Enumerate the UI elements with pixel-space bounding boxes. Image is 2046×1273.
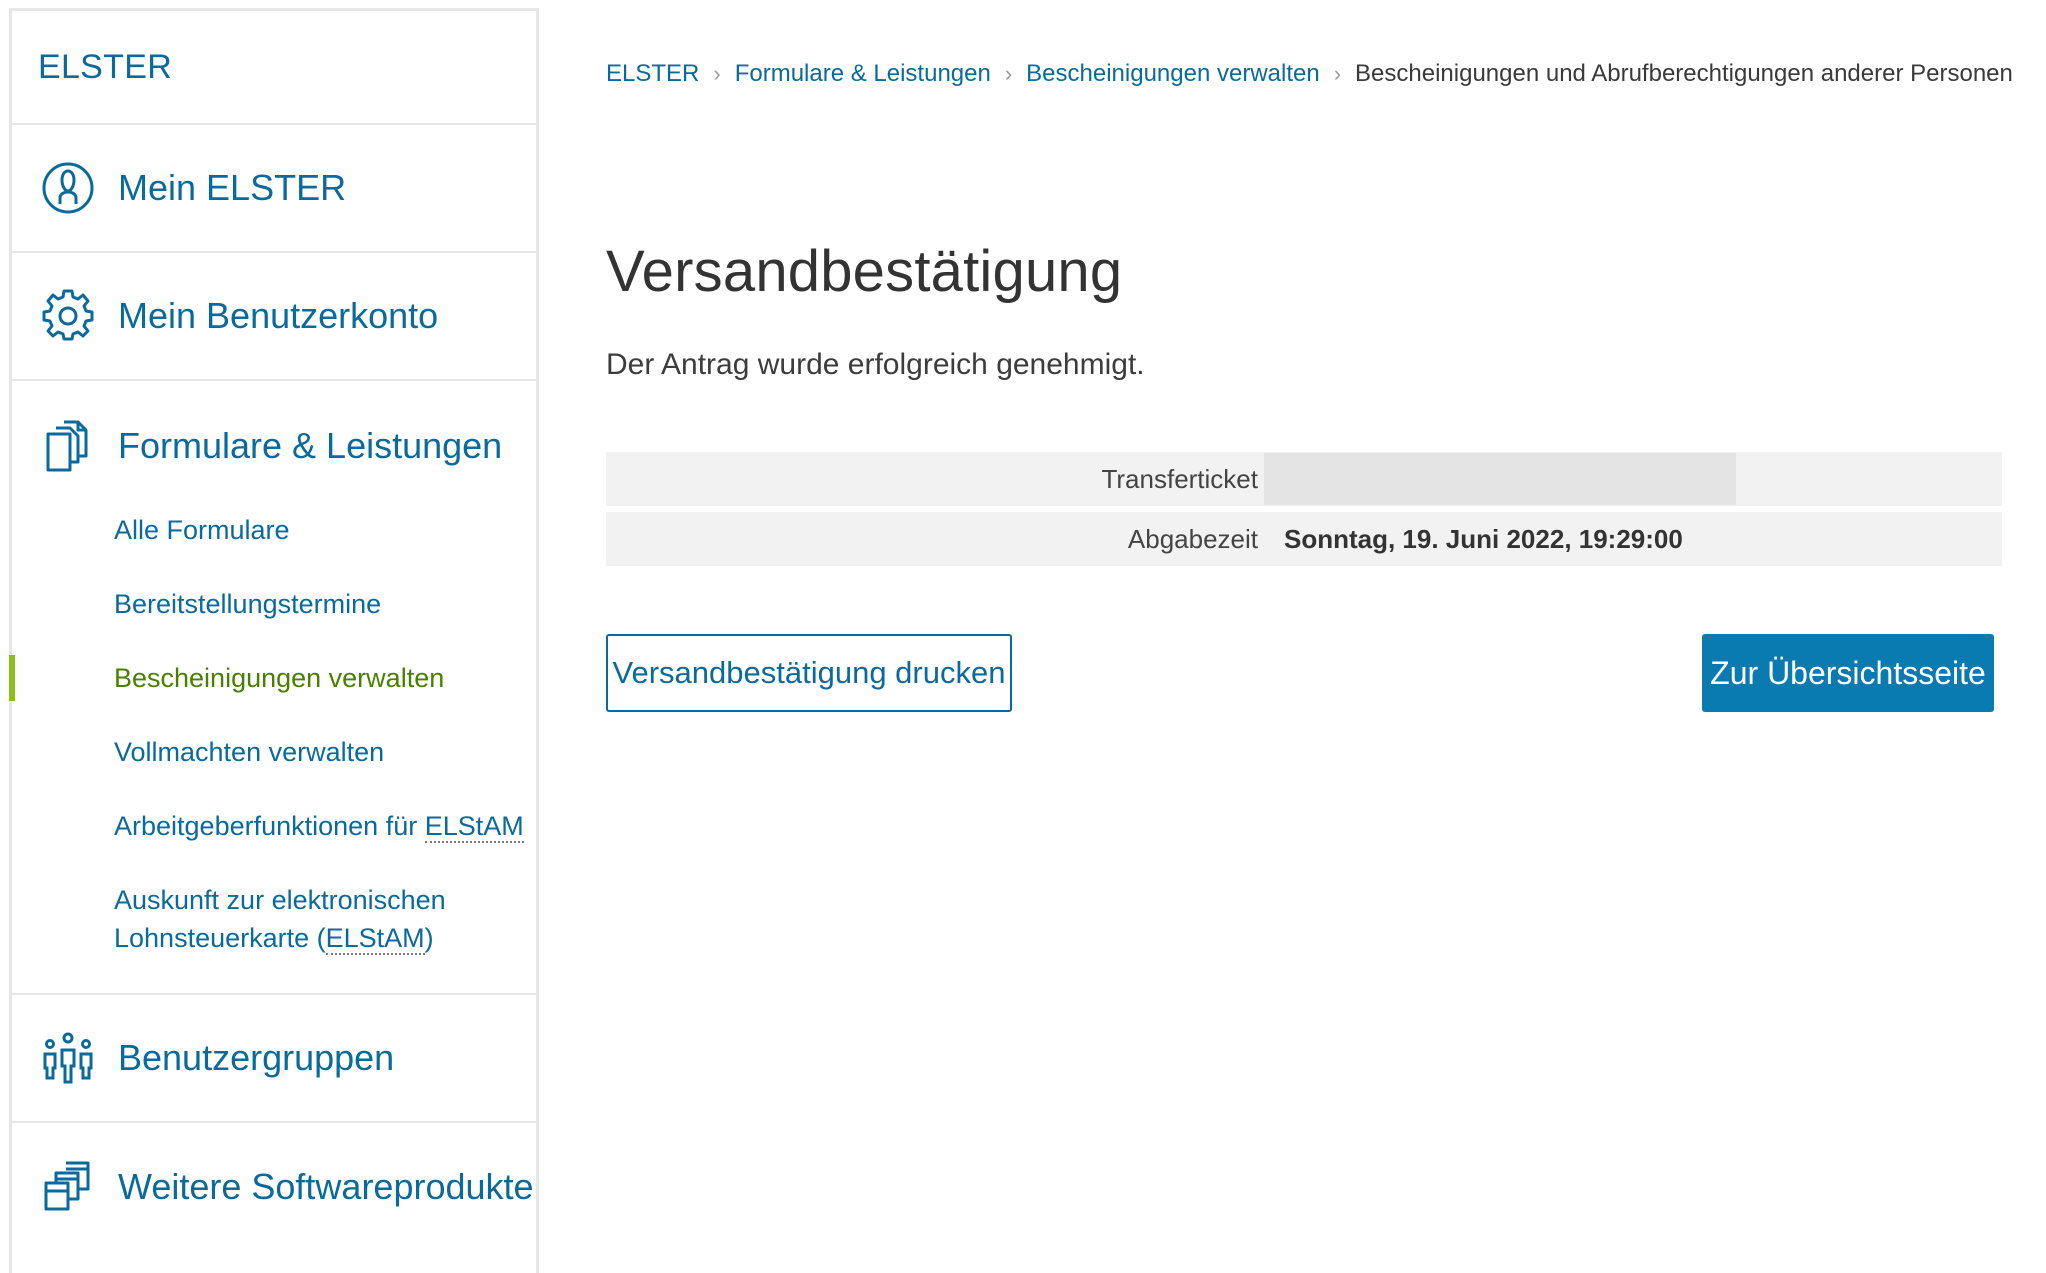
sidebar-item-label: Benutzergruppen xyxy=(118,1037,395,1078)
sidebar-header: ELSTER xyxy=(12,11,536,125)
sidebar-item-label: Mein Benutzerkonto xyxy=(118,295,439,336)
abbr-elstam: ELStAM xyxy=(325,923,425,955)
row-value-transferticket xyxy=(1264,453,2002,505)
abbr-elstam: ELStAM xyxy=(424,811,524,843)
sidebar-item-weitere-softwareprodukte[interactable]: Weitere Softwareprodukte xyxy=(12,1123,536,1251)
sidebar-subitem-alle-formulare[interactable]: Alle Formulare xyxy=(12,511,536,549)
sidebar-subitem-bescheinigungen-verwalten[interactable]: Bescheinigungen verwalten xyxy=(9,655,536,701)
sidebar-subitem-vollmachten-verwalten[interactable]: Vollmachten verwalten xyxy=(12,733,536,771)
sidebar-nav: ELSTER Mein ELSTER Mein Benutzerkonto Fo… xyxy=(9,8,539,1273)
sidebar-item-mein-benutzerkonto[interactable]: Mein Benutzerkonto xyxy=(12,253,536,381)
sidebar-item-benutzergruppen[interactable]: Benutzergruppen xyxy=(12,995,536,1123)
subitem-label-prefix: Lohnsteuerkarte ( xyxy=(114,923,326,953)
breadcrumb-link-elster[interactable]: ELSTER xyxy=(606,60,699,88)
row-value-abgabezeit: Sonntag, 19. Juni 2022, 19:29:00 xyxy=(1284,523,1683,554)
user-group-icon xyxy=(38,1028,98,1088)
breadcrumb: ELSTER › Formulare & Leistungen › Besche… xyxy=(606,60,2013,88)
subitem-label-suffix: ) xyxy=(424,923,434,953)
sidebar-item-mein-elster[interactable]: Mein ELSTER xyxy=(12,125,536,253)
redacted-value xyxy=(1264,453,1736,505)
sidebar-item-label: Weitere Softwareprodukte xyxy=(118,1166,534,1207)
sidebar-group-formulare: Formulare & Leistungen Alle Formulare Be… xyxy=(9,381,536,995)
subitem-label-prefix: Arbeitgeberfunktionen für xyxy=(114,811,425,841)
breadcrumb-separator: › xyxy=(1333,61,1342,86)
external-windows-icon xyxy=(38,1157,98,1217)
documents-icon xyxy=(38,416,98,476)
sidebar-item-label: Mein ELSTER xyxy=(118,167,347,208)
confirmation-table: Transferticket Abgabezeit Sonntag, 19. J… xyxy=(606,452,2002,572)
breadcrumb-separator: › xyxy=(1004,61,1013,86)
table-row: Transferticket xyxy=(606,452,2002,506)
gear-icon xyxy=(38,286,98,346)
table-row: Abgabezeit Sonntag, 19. Juni 2022, 19:29… xyxy=(606,512,2002,566)
sidebar-item-label: Formulare & Leistungen xyxy=(118,425,503,466)
breadcrumb-separator: › xyxy=(713,61,721,86)
subitem-label-line1: Auskunft zur elektronischen xyxy=(114,885,446,915)
breadcrumb-current: Bescheinigungen und Abrufberechtigungen … xyxy=(1355,60,2013,87)
breadcrumb-link-bescheinigungen[interactable]: Bescheinigungen verwalten xyxy=(1026,60,1320,88)
overview-page-button[interactable]: Zur Übersichtsseite xyxy=(1702,634,1994,712)
print-confirmation-button[interactable]: Versandbestätigung drucken xyxy=(606,634,1012,712)
sidebar-submenu: Alle Formulare Bereitstellungstermine Be… xyxy=(9,511,536,957)
page-title: Versandbestätigung xyxy=(606,239,1123,304)
row-label-abgabezeit: Abgabezeit xyxy=(1127,523,1258,554)
sidebar-item-formulare-leistungen[interactable]: Formulare & Leistungen xyxy=(12,381,536,511)
subitem-label-line2: Lohnsteuerkarte (ELStAM) xyxy=(114,919,536,957)
sidebar-subitem-arbeitgeberfunktionen[interactable]: Arbeitgeberfunktionen für ELStAM xyxy=(12,807,536,845)
row-label-transferticket: Transferticket xyxy=(1101,463,1258,494)
breadcrumb-link-formulare[interactable]: Formulare & Leistungen xyxy=(735,60,991,88)
sidebar-subitem-bereitstellungstermine[interactable]: Bereitstellungstermine xyxy=(12,585,536,623)
sidebar-subitem-auskunft-elstam[interactable]: Auskunft zur elektronischen Lohnsteuerka… xyxy=(12,881,536,957)
brand-link[interactable]: ELSTER xyxy=(38,48,172,87)
user-circle-icon xyxy=(38,158,98,218)
page: ELSTER Mein ELSTER Mein Benutzerkonto Fo… xyxy=(0,0,2046,1273)
status-message: Der Antrag wurde erfolgreich genehmigt. xyxy=(606,348,1145,381)
